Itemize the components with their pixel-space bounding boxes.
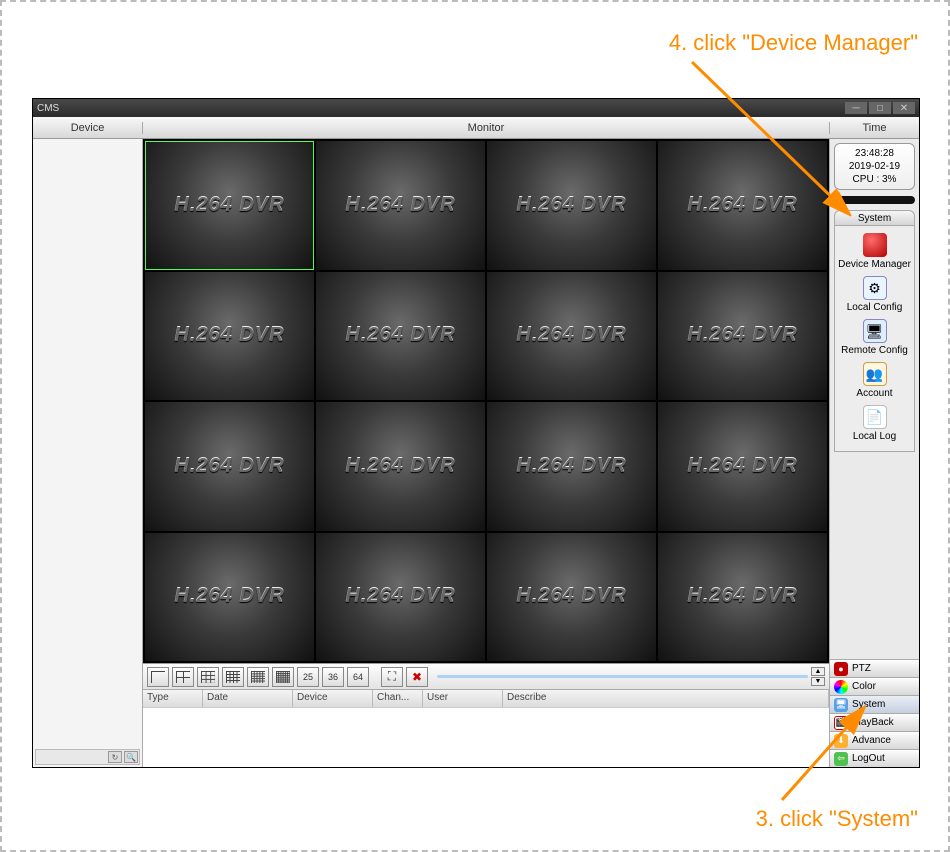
- view-6x6-button[interactable]: [272, 667, 294, 687]
- app-title: CMS: [37, 103, 59, 114]
- local-config-button[interactable]: ⚙ Local Config: [835, 273, 914, 316]
- video-cell[interactable]: H.264 DVR: [658, 402, 827, 531]
- disconnect-all-button[interactable]: ✖: [406, 667, 428, 687]
- video-cell[interactable]: H.264 DVR: [145, 141, 314, 270]
- video-cell-label: H.264 DVR: [345, 455, 455, 478]
- event-col-date: Date: [203, 690, 293, 707]
- local-log-label: Local Log: [853, 431, 896, 442]
- device-tree-panel: ↻ 🔍: [33, 139, 143, 767]
- view-25-button[interactable]: 25: [297, 667, 319, 687]
- video-cell-label: H.264 DVR: [345, 194, 455, 217]
- event-col-channel: Chan...: [373, 690, 423, 707]
- video-cell[interactable]: H.264 DVR: [316, 272, 485, 401]
- scroll-down-button[interactable]: ▼: [811, 677, 825, 686]
- local-config-icon: ⚙: [863, 276, 887, 300]
- video-cell[interactable]: H.264 DVR: [487, 402, 656, 531]
- video-cell[interactable]: H.264 DVR: [487, 533, 656, 662]
- fullscreen-button[interactable]: ⛶: [381, 667, 403, 687]
- tab-ptz[interactable]: ● PTZ: [830, 659, 919, 677]
- view-4x4-button[interactable]: [222, 667, 244, 687]
- right-panel: 23:48:28 2019-02-19 CPU : 3% System Devi…: [829, 139, 919, 767]
- annotation-arrow-top: [682, 52, 872, 232]
- video-cell-label: H.264 DVR: [687, 455, 797, 478]
- view-1x1-button[interactable]: [147, 667, 169, 687]
- local-config-label: Local Config: [847, 302, 903, 313]
- video-cell[interactable]: H.264 DVR: [145, 402, 314, 531]
- video-cell-label: H.264 DVR: [516, 455, 626, 478]
- account-icon: 👥: [863, 362, 887, 386]
- video-cell-label: H.264 DVR: [174, 324, 284, 347]
- video-cell-label: H.264 DVR: [174, 455, 284, 478]
- video-cell-label: H.264 DVR: [687, 585, 797, 608]
- device-manager-label: Device Manager: [838, 259, 911, 270]
- scroll-up-button[interactable]: ▲: [811, 667, 825, 676]
- device-manager-button[interactable]: Device Manager: [835, 230, 914, 273]
- device-refresh-button[interactable]: ↻: [108, 751, 122, 763]
- annotation-step-4: 4. click "Device Manager": [669, 30, 918, 56]
- event-col-device: Device: [293, 690, 373, 707]
- video-cell[interactable]: H.264 DVR: [145, 272, 314, 401]
- video-cell[interactable]: H.264 DVR: [145, 533, 314, 662]
- video-cell-label: H.264 DVR: [687, 324, 797, 347]
- video-cell-label: H.264 DVR: [174, 194, 284, 217]
- view-64-button[interactable]: 64: [347, 667, 369, 687]
- account-label: Account: [856, 388, 892, 399]
- video-cell-label: H.264 DVR: [345, 324, 455, 347]
- device-tree-footer: ↻ 🔍: [35, 749, 140, 765]
- video-cell-label: H.264 DVR: [516, 194, 626, 217]
- local-log-icon: 📄: [863, 405, 887, 429]
- device-manager-icon: [863, 233, 887, 257]
- account-button[interactable]: 👥 Account: [835, 359, 914, 402]
- close-button[interactable]: ✕: [893, 102, 915, 114]
- video-cell-label: H.264 DVR: [174, 585, 284, 608]
- video-cell-label: H.264 DVR: [345, 585, 455, 608]
- header-device: Device: [33, 122, 143, 134]
- tab-ptz-label: PTZ: [852, 663, 871, 674]
- remote-config-icon: 🖥: [863, 319, 887, 343]
- monitor-panel: H.264 DVR H.264 DVR H.264 DVR H.264 DVR H.26…: [143, 139, 829, 767]
- video-cell[interactable]: H.264 DVR: [487, 272, 656, 401]
- view-36-button[interactable]: 36: [322, 667, 344, 687]
- event-col-user: User: [423, 690, 503, 707]
- device-search-button[interactable]: 🔍: [124, 751, 138, 763]
- annotation-step-3: 3. click "System": [756, 806, 918, 832]
- remote-config-button[interactable]: 🖥 Remote Config: [835, 316, 914, 359]
- video-cell[interactable]: H.264 DVR: [658, 533, 827, 662]
- video-cell[interactable]: H.264 DVR: [316, 533, 485, 662]
- video-cell-label: H.264 DVR: [516, 324, 626, 347]
- ptz-icon: ●: [834, 662, 848, 676]
- view-2x2-button[interactable]: [172, 667, 194, 687]
- local-log-button[interactable]: 📄 Local Log: [835, 402, 914, 445]
- annotation-arrow-bottom: [722, 690, 912, 810]
- body-row: ↻ 🔍 H.264 DVRH.264 DVRH.264 DVRH.264 DVR…: [33, 139, 919, 767]
- event-col-type: Type: [143, 690, 203, 707]
- video-cell-label: H.264 DVR: [516, 585, 626, 608]
- view-3x3-button[interactable]: [197, 667, 219, 687]
- volume-slider[interactable]: [437, 675, 808, 678]
- video-cell[interactable]: H.264 DVR: [658, 272, 827, 401]
- scroll-updown: ▲ ▼: [811, 667, 825, 686]
- system-panel-body: Device Manager ⚙ Local Config 🖥 Remote C…: [834, 226, 915, 452]
- remote-config-label: Remote Config: [841, 345, 908, 356]
- video-cell[interactable]: H.264 DVR: [316, 141, 485, 270]
- video-cell[interactable]: H.264 DVR: [316, 402, 485, 531]
- video-cell[interactable]: H.264 DVR: [487, 141, 656, 270]
- view-toolbar: 25 36 64 ⛶ ✖ ▲ ▼: [143, 663, 829, 689]
- maximize-button[interactable]: □: [869, 102, 891, 114]
- view-5x5-button[interactable]: [247, 667, 269, 687]
